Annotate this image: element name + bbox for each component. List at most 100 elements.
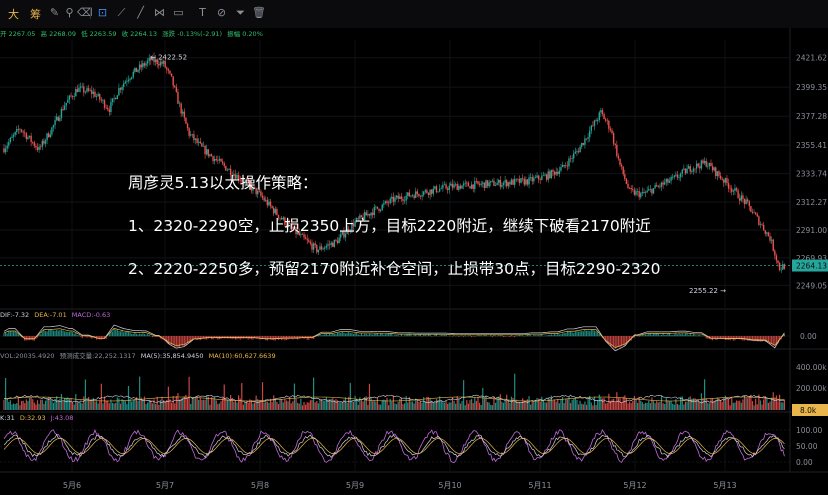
candle-body xyxy=(199,141,201,144)
price-tick-label: 2312.27 xyxy=(796,198,827,207)
volume-bar xyxy=(488,402,490,410)
candle-body xyxy=(73,96,75,97)
volume-bar xyxy=(6,398,8,410)
volume-bar xyxy=(210,397,213,410)
volume-bar xyxy=(515,399,517,410)
candle-body xyxy=(569,158,572,160)
macd-bar xyxy=(357,334,359,337)
macd-bar xyxy=(17,334,19,337)
volume-bar xyxy=(107,400,109,410)
macd-bar xyxy=(546,335,548,337)
candle-body xyxy=(172,76,174,86)
candle-body xyxy=(628,187,631,189)
volume-bar xyxy=(710,398,712,410)
kdj-legend: K:31 D:32.93 J:43.08 xyxy=(0,414,76,422)
candle-body xyxy=(451,183,454,188)
macd-bar xyxy=(372,334,374,337)
macd-bar xyxy=(413,334,415,337)
candle-body xyxy=(317,249,320,253)
candle-body xyxy=(743,198,746,205)
volume-bar xyxy=(467,403,470,410)
volume-bar xyxy=(389,398,391,410)
volume-bar xyxy=(528,396,530,410)
volume-bar xyxy=(443,402,446,410)
macd-bar xyxy=(131,333,133,337)
volume-bar xyxy=(657,402,659,410)
macd-bar xyxy=(335,334,337,337)
candle-body xyxy=(445,184,447,189)
macd-bar xyxy=(16,332,18,337)
candle-body xyxy=(640,193,642,198)
volume-bar xyxy=(370,397,372,410)
volume-bar xyxy=(349,382,351,410)
macd-bar xyxy=(383,334,385,337)
volume-bar xyxy=(253,402,256,410)
macd-bar xyxy=(584,329,586,337)
volume-bar xyxy=(483,398,485,410)
macd-bar xyxy=(657,333,659,337)
macd-bar xyxy=(485,334,487,337)
macd-bar xyxy=(333,333,335,337)
macd-bar xyxy=(367,334,369,337)
candle-body xyxy=(459,185,462,189)
volume-bar xyxy=(129,399,131,410)
volume-bar xyxy=(413,403,415,410)
candle-body xyxy=(268,201,270,206)
volume-bar xyxy=(103,396,106,410)
volume-bar xyxy=(667,400,669,410)
candle-body xyxy=(51,127,53,135)
macd-bar xyxy=(553,333,556,337)
candle-body xyxy=(770,239,773,241)
candle-body xyxy=(314,243,316,246)
candle-body xyxy=(218,158,221,161)
candle-body xyxy=(142,63,144,68)
candle-body xyxy=(435,186,438,193)
volume-bar xyxy=(574,397,576,410)
volume-bar xyxy=(581,403,583,410)
volume-bar xyxy=(553,399,556,410)
candle-body xyxy=(486,180,489,187)
volume-bar xyxy=(242,404,244,410)
volume-bar xyxy=(100,383,102,410)
candle-body xyxy=(545,174,548,180)
strategy-title: 周彦灵5.13以太操作策略： xyxy=(128,174,318,192)
volume-bar xyxy=(555,401,557,410)
candle-body xyxy=(97,94,99,97)
volume-bar xyxy=(271,402,273,410)
volume-bar xyxy=(708,403,710,410)
macd-bar xyxy=(512,336,514,337)
candle-body xyxy=(399,196,401,199)
volume-bar xyxy=(547,397,549,410)
candle-body xyxy=(418,193,420,196)
candle-body xyxy=(521,178,524,179)
macd-bar xyxy=(172,336,174,346)
candle-body xyxy=(467,182,470,187)
macd-bar xyxy=(523,336,525,337)
macd-bar xyxy=(676,334,679,337)
candle-body xyxy=(504,180,506,183)
volume-bar xyxy=(236,402,238,410)
volume-bar xyxy=(344,397,347,410)
candle-body xyxy=(84,91,87,93)
volume-bar xyxy=(305,404,307,410)
candle-body xyxy=(79,86,82,88)
volume-bar xyxy=(779,394,781,410)
volume-bar xyxy=(76,402,79,410)
candle-body xyxy=(308,240,310,242)
volume-bar xyxy=(522,398,524,410)
volume-bar xyxy=(408,397,410,410)
chart-canvas[interactable]: 2421.62 2399.35 2377.28 2355.41 2333.74 2312.… xyxy=(0,0,828,495)
macd-bar xyxy=(324,334,326,337)
volume-bar xyxy=(252,403,254,410)
macd-bar xyxy=(651,334,653,337)
macd-bar xyxy=(727,336,730,340)
volume-bar xyxy=(673,404,675,410)
volume-bar xyxy=(600,397,602,410)
candle-body xyxy=(585,138,588,140)
macd-bar xyxy=(480,335,482,337)
macd-bar xyxy=(654,333,656,337)
volume-bar xyxy=(340,402,342,410)
candle-body xyxy=(510,179,513,185)
macd-bar xyxy=(343,332,345,337)
candle-body xyxy=(574,151,577,154)
